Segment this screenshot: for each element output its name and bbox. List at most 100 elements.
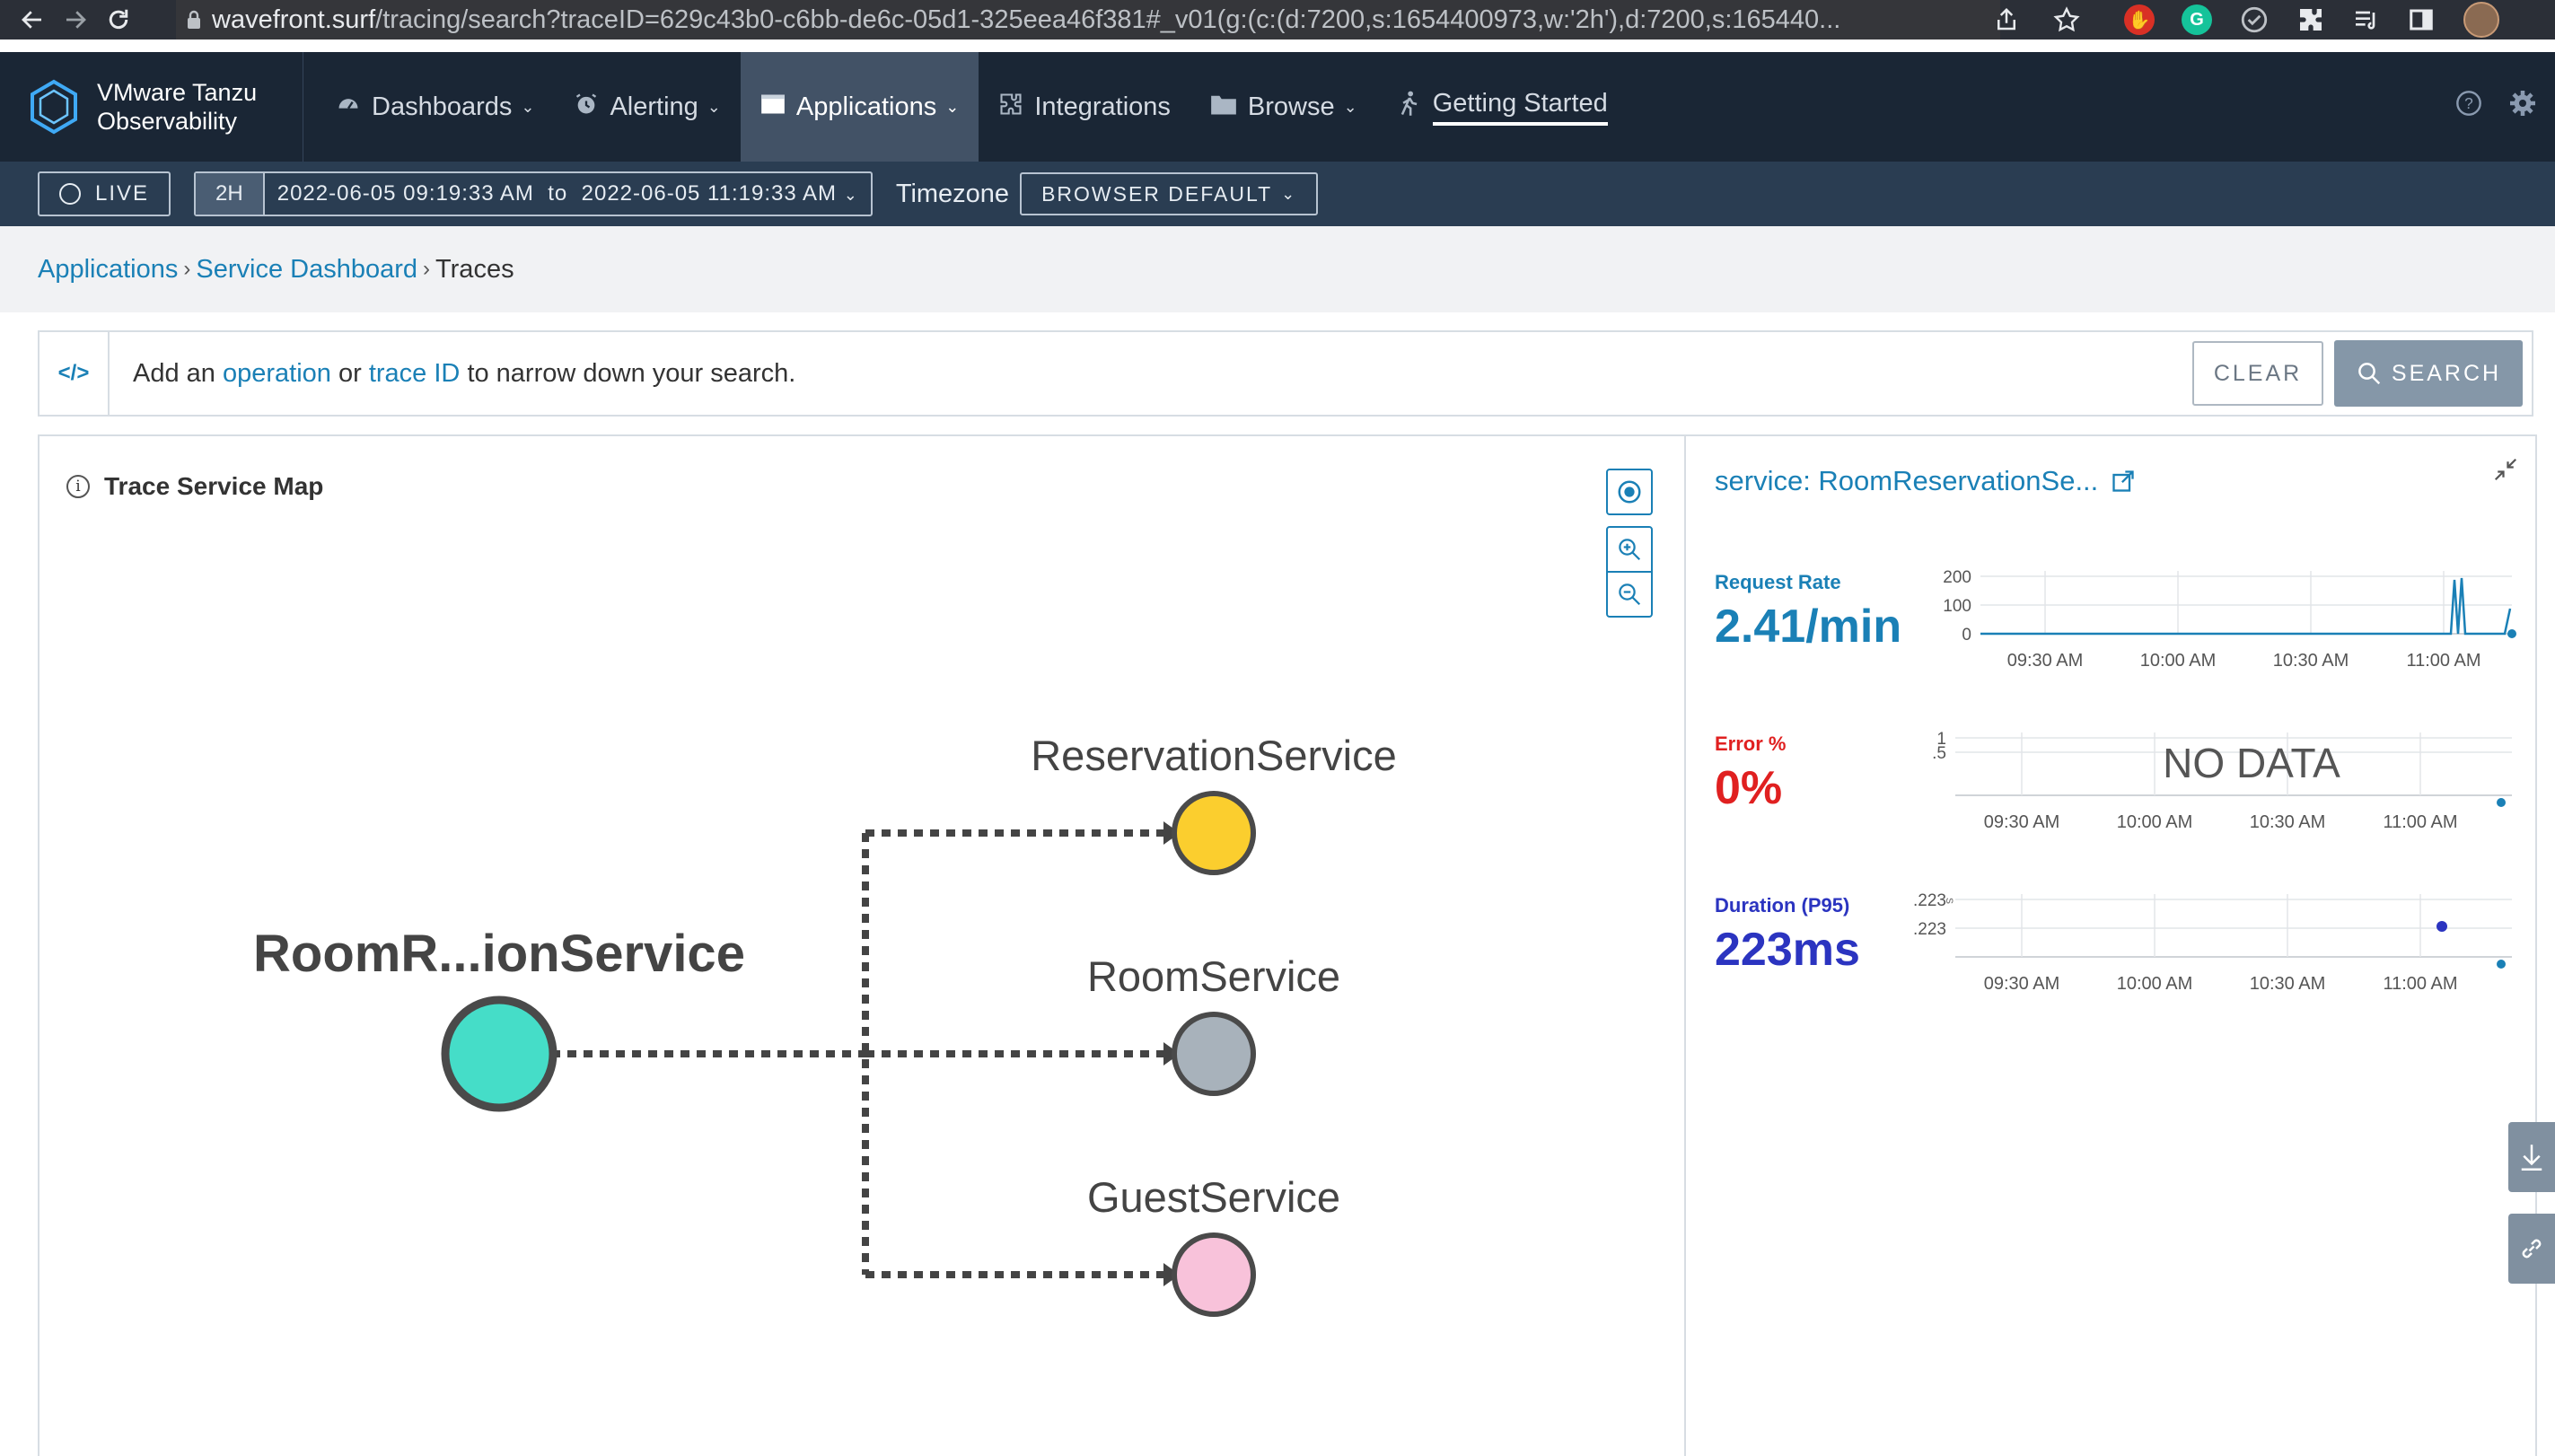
bookmark-star-icon[interactable] bbox=[2052, 0, 2081, 39]
help-icon[interactable]: ? bbox=[2442, 89, 2496, 125]
chevron-down-icon: ⌄ bbox=[843, 186, 858, 204]
hint-text: or bbox=[338, 358, 362, 388]
service-node-2[interactable] bbox=[1172, 1232, 1256, 1317]
service-detail-panel: service: RoomReservationSe... Request Ra… bbox=[1686, 434, 2537, 1456]
service-title-text: service: RoomReservationSe... bbox=[1715, 465, 2099, 496]
trace-id-link[interactable]: trace ID bbox=[369, 359, 461, 388]
main-nav: Dashboards ⌄ Alerting ⌄ Applications ⌄ I… bbox=[316, 52, 1628, 162]
live-label: LIVE bbox=[95, 181, 150, 206]
chevron-down-icon: ⌄ bbox=[1281, 184, 1297, 203]
time-range-bar: LIVE 2H 2022-06-05 09:19:33 AM to 2022-0… bbox=[0, 162, 2555, 226]
chevron-right-icon: › bbox=[183, 257, 191, 281]
nav-dashboards[interactable]: Dashboards ⌄ bbox=[316, 52, 554, 162]
media-queue-icon[interactable] bbox=[2352, 0, 2381, 39]
metric-error-rate: Error % 0% bbox=[1715, 732, 1786, 815]
nav-getting-started[interactable]: Getting Started bbox=[1377, 52, 1628, 162]
browser-toolbar: wavefront.surf/tracing/search?traceID=62… bbox=[0, 0, 2555, 39]
link-icon bbox=[2522, 1239, 2542, 1259]
window-icon bbox=[760, 93, 786, 121]
back-icon[interactable] bbox=[11, 0, 54, 39]
collapse-panel-icon[interactable] bbox=[2492, 456, 2519, 490]
metric-request-rate: Request Rate 2.41/min bbox=[1715, 571, 1901, 653]
root-service-node[interactable] bbox=[441, 996, 558, 1112]
chevron-down-icon: ⌄ bbox=[707, 97, 721, 116]
search-button-label: SEARCH bbox=[2391, 360, 2502, 386]
service-map-graph[interactable]: RoomR...ionService ReservationService Room… bbox=[40, 436, 1688, 1456]
x-tick-label: 11:00 AM bbox=[2406, 651, 2480, 668]
y-tick-label: .223 bbox=[1913, 891, 1946, 910]
brand-logo[interactable]: VMware Tanzu Observability bbox=[0, 52, 303, 162]
walking-person-icon bbox=[1397, 91, 1422, 124]
external-link-icon bbox=[2112, 470, 2134, 492]
profile-avatar[interactable] bbox=[2463, 0, 2499, 39]
metric-label: Request Rate bbox=[1715, 571, 1841, 593]
duration-button[interactable]: 2H bbox=[196, 173, 265, 215]
nav-browse[interactable]: Browse ⌄ bbox=[1190, 52, 1377, 162]
gauge-icon bbox=[336, 92, 361, 123]
trace-search-bar: </> Add an operation or trace ID to narr… bbox=[38, 330, 2533, 417]
reload-icon[interactable] bbox=[97, 0, 140, 39]
time-span[interactable]: 2022-06-05 09:19:33 AM to 2022-06-05 11:… bbox=[265, 181, 871, 206]
start-time: 2022-06-05 09:19:33 AM bbox=[277, 181, 534, 206]
chevron-down-icon: ⌄ bbox=[521, 97, 535, 116]
share-icon[interactable] bbox=[1993, 0, 2020, 39]
nav-alerting-label: Alerting bbox=[610, 92, 698, 121]
breadcrumb: Applications › Service Dashboard › Trace… bbox=[0, 226, 2555, 312]
address-bar[interactable]: wavefront.surf/tracing/search?traceID=62… bbox=[176, 0, 2000, 39]
x-tick-label: 09:30 AM bbox=[1984, 812, 2060, 829]
timezone-select[interactable]: BROWSER DEFAULT ⌄ bbox=[1020, 172, 1319, 215]
hint-text: to narrow down your search. bbox=[467, 358, 796, 388]
settings-gear-icon[interactable] bbox=[2496, 89, 2550, 125]
extension-stop-icon[interactable]: ✋ bbox=[2124, 0, 2155, 39]
search-button[interactable]: SEARCH bbox=[2334, 340, 2523, 407]
nav-dashboards-label: Dashboards bbox=[372, 92, 513, 121]
duration-point bbox=[2436, 921, 2447, 932]
error-rate-chart[interactable]: 1.509:30 AM 10:00 AM 10:30 AM 11:00 AMNO DA… bbox=[1910, 724, 2539, 829]
extension-check-icon[interactable] bbox=[2239, 0, 2270, 39]
breadcrumb-current: Traces bbox=[435, 254, 514, 284]
download-icon bbox=[2521, 1145, 2542, 1171]
forward-icon[interactable] bbox=[54, 0, 97, 39]
breadcrumb-service-dashboard[interactable]: Service Dashboard bbox=[196, 255, 417, 285]
sidepanel-icon[interactable] bbox=[2408, 0, 2435, 39]
y-unit-label: s bbox=[1944, 898, 1958, 904]
x-tick-label: 09:30 AM bbox=[2007, 651, 2084, 668]
code-view-toggle[interactable]: </> bbox=[40, 332, 110, 415]
nav-integrations-label: Integrations bbox=[1034, 92, 1171, 121]
error-rate-latest-point bbox=[2497, 798, 2506, 807]
metric-value: 2.41/min bbox=[1715, 601, 1902, 653]
y-tick-label: 200 bbox=[1943, 568, 1971, 587]
timezone-value: BROWSER DEFAULT bbox=[1041, 181, 1273, 206]
share-link-button[interactable] bbox=[2508, 1214, 2555, 1284]
breadcrumb-applications[interactable]: Applications bbox=[38, 255, 178, 285]
clear-button[interactable]: CLEAR bbox=[2192, 341, 2323, 406]
x-tick-label: 10:00 AM bbox=[2117, 812, 2193, 829]
nav-integrations[interactable]: Integrations bbox=[979, 52, 1190, 162]
alarm-clock-icon bbox=[574, 92, 599, 123]
x-tick-label: 10:30 AM bbox=[2250, 812, 2326, 829]
chevron-down-icon: ⌄ bbox=[1343, 97, 1357, 116]
y-tick-label: .223 bbox=[1913, 920, 1946, 939]
extensions-puzzle-icon[interactable] bbox=[2296, 0, 2325, 39]
download-button[interactable] bbox=[2508, 1122, 2555, 1192]
x-tick-label: 09:30 AM bbox=[1984, 974, 2060, 991]
service-node-label: RoomService bbox=[1087, 952, 1340, 1000]
duration-chart[interactable]: .223 .223 09:30 AM 10:00 AM 10:30 AM 11:00 AM… bbox=[1910, 885, 2539, 991]
header-actions: ? bbox=[2442, 52, 2555, 162]
time-range-picker[interactable]: 2H 2022-06-05 09:19:33 AM to 2022-06-05 … bbox=[194, 171, 873, 216]
nav-applications[interactable]: Applications ⌄ bbox=[740, 52, 979, 162]
search-input[interactable]: Add an operation or trace ID to narrow d… bbox=[133, 359, 2192, 389]
nav-alerting[interactable]: Alerting ⌄ bbox=[554, 52, 740, 162]
app-header: VMware Tanzu Observability Dashboards ⌄ … bbox=[0, 52, 2555, 162]
service-node-1[interactable] bbox=[1172, 1012, 1256, 1096]
live-toggle[interactable]: LIVE bbox=[38, 171, 171, 216]
timezone-label: Timezone bbox=[895, 179, 1010, 208]
operation-link[interactable]: operation bbox=[223, 359, 331, 388]
service-title-link[interactable]: service: RoomReservationSe... bbox=[1715, 465, 2136, 497]
live-circle-icon bbox=[59, 183, 81, 205]
extension-grammarly-icon[interactable]: G bbox=[2182, 0, 2212, 39]
svg-text:?: ? bbox=[2464, 94, 2473, 112]
service-node-0[interactable] bbox=[1172, 791, 1256, 875]
hint-text: Add an bbox=[133, 358, 215, 388]
request-rate-chart[interactable]: 200 100 0 09:30 AM 10:00 AM 10:30 AM 11:00 AM bbox=[1910, 562, 2539, 668]
